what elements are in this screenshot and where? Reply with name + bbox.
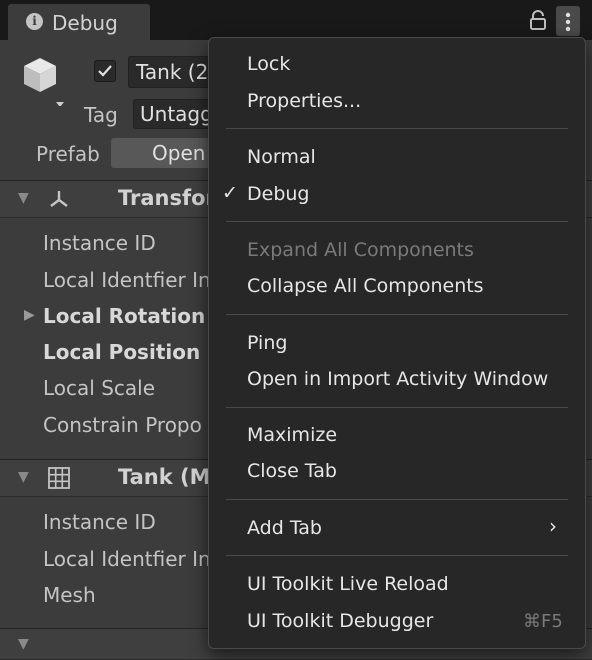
transform-title: Transfor — [118, 186, 216, 210]
tab-title: Debug — [52, 11, 118, 35]
menu-separator — [226, 221, 568, 222]
menu-item-add-tab[interactable]: Add Tab — [247, 517, 322, 539]
gameobject-cube-icon[interactable] — [22, 56, 68, 106]
prefab-open-button[interactable]: Open — [111, 138, 218, 168]
foldout-arrow-icon[interactable]: ▼ — [18, 190, 29, 206]
shortcut-label: ⌘F5 — [523, 611, 563, 632]
constrain-proportions-label: Constrain Propo — [43, 413, 202, 437]
info-icon: i — [26, 13, 43, 30]
menu-item-debug[interactable]: Debug — [247, 183, 309, 205]
expand-arrow-icon[interactable]: ▶ — [24, 307, 35, 323]
transform-axes-icon — [50, 191, 68, 207]
local-position-label: Local Position — [43, 340, 201, 364]
menu-item-properties[interactable]: Properties... — [247, 90, 361, 112]
menu-item-close-tab[interactable]: Close Tab — [247, 460, 337, 482]
tab-debug[interactable]: i Debug — [8, 4, 150, 40]
tab-bar: i Debug — [0, 0, 592, 40]
lock-icon[interactable] — [529, 10, 547, 30]
menu-item-lock[interactable]: Lock — [247, 53, 290, 75]
mesh-instance-id-label: Instance ID — [43, 510, 156, 534]
local-rotation-label[interactable]: Local Rotation — [43, 304, 205, 328]
context-menu: Lock Properties... Normal ✓ Debug Expand… — [208, 37, 586, 649]
checkmark-icon — [98, 65, 112, 77]
transform-instance-id-label: Instance ID — [43, 231, 156, 255]
menu-separator — [226, 555, 568, 556]
active-checkbox[interactable] — [94, 60, 116, 82]
menu-item-live-reload[interactable]: UI Toolkit Live Reload — [247, 573, 449, 595]
transform-local-identifier-label: Local Identfier In — [43, 268, 211, 292]
menu-separator — [226, 407, 568, 408]
mesh-grid-icon — [48, 467, 70, 489]
menu-item-ui-toolkit-debugger[interactable]: UI Toolkit Debugger — [247, 610, 433, 632]
menu-separator — [226, 128, 568, 129]
menu-separator — [226, 314, 568, 315]
tag-label: Tag — [84, 103, 118, 127]
checkmark-icon: ✓ — [222, 182, 238, 204]
menu-item-maximize[interactable]: Maximize — [247, 424, 337, 446]
kebab-menu-icon[interactable] — [556, 6, 580, 36]
mesh-local-identifier-label: Local Identfier In — [43, 547, 211, 571]
menu-item-expand-all: Expand All Components — [247, 239, 474, 261]
local-scale-label: Local Scale — [43, 376, 156, 400]
menu-item-open-import-activity[interactable]: Open in Import Activity Window — [247, 368, 548, 390]
foldout-arrow-icon[interactable]: ▼ — [18, 469, 29, 485]
menu-item-ping[interactable]: Ping — [247, 332, 287, 354]
foldout-arrow-icon[interactable]: ▼ — [18, 636, 29, 652]
chevron-right-icon: › — [549, 514, 557, 538]
prefab-label: Prefab — [36, 142, 100, 166]
mesh-label: Mesh — [43, 583, 96, 607]
menu-separator — [226, 499, 568, 500]
menu-item-collapse-all[interactable]: Collapse All Components — [247, 275, 484, 297]
menu-item-normal[interactable]: Normal — [247, 146, 316, 168]
